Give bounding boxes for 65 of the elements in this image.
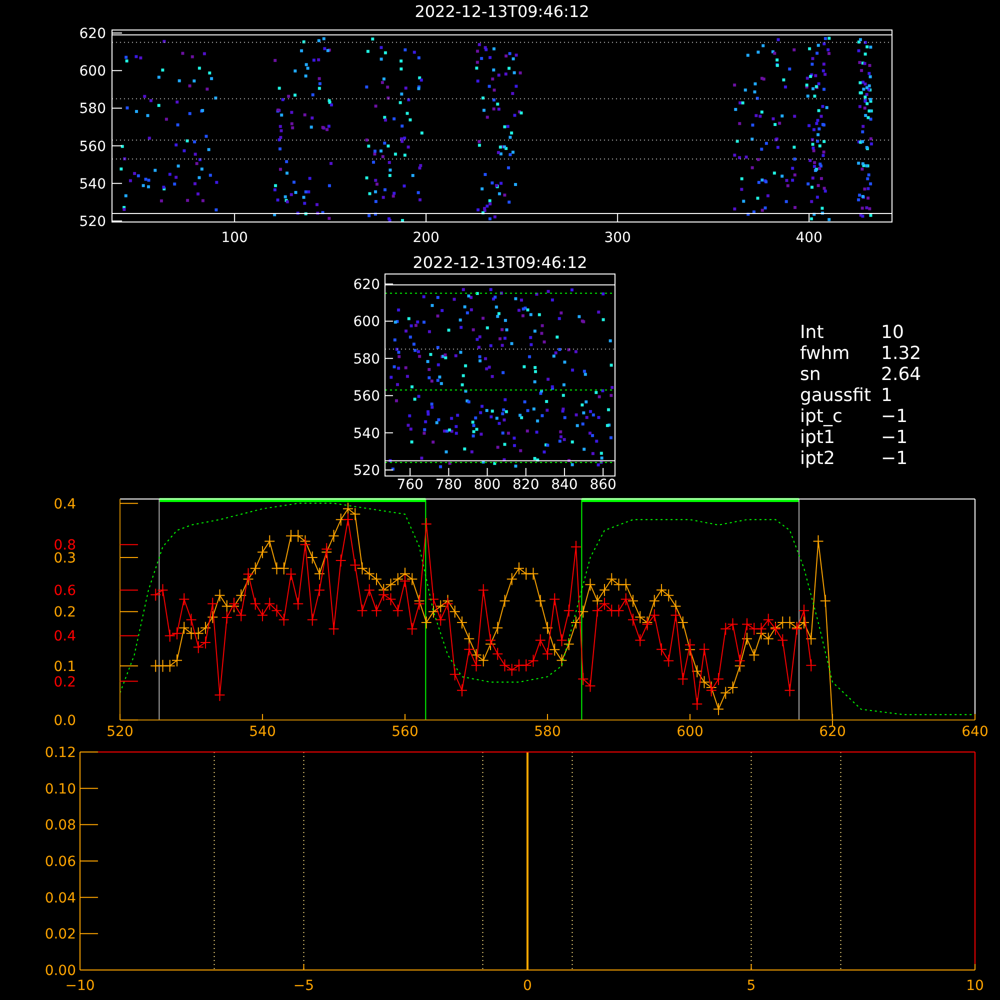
plot-title: 2022-12-13T09:46:12	[414, 2, 590, 21]
fit-parameter-label: fwhm	[800, 343, 851, 364]
axis-tick-label: 0.1	[54, 658, 76, 675]
axis-tick-label: 620	[79, 26, 106, 42]
axis-tick-label: −5	[293, 978, 314, 994]
axis-tick-label: 560	[392, 724, 418, 738]
axis-tick-label: 0.4	[54, 628, 76, 645]
axis-tick-label: 560	[353, 388, 380, 405]
axis-tick-label: 300	[604, 230, 631, 246]
fit-parameter-value: 1.32	[880, 343, 922, 364]
axis-tick-label: 200	[412, 230, 440, 246]
axis-tick-label: 540	[249, 724, 276, 738]
axis-tick-label: 540	[353, 426, 380, 442]
axis-tick-label: 0	[523, 978, 532, 994]
axis-tick-label: 600	[676, 724, 704, 738]
axis-tick-label: 400	[796, 230, 822, 246]
axis-tick-label: 520	[79, 214, 106, 230]
plot-title: 2022-12-13T09:46:12	[412, 253, 588, 272]
fit-parameter-value: −1	[880, 448, 909, 469]
axis-tick-label: 600	[79, 64, 106, 80]
axis-tick-label: 520	[353, 463, 380, 479]
fit-parameter-label: ipt2	[800, 448, 836, 469]
axis-tick-label: 780	[435, 477, 462, 490]
axis-tick-label: 10	[966, 978, 984, 994]
axis-tick-label: 620	[353, 277, 380, 293]
axis-tick-label: 0.12	[44, 745, 76, 761]
axis-tick-label: 0.08	[44, 818, 76, 834]
axis-tick-label: 0.04	[44, 890, 76, 906]
axis-tick-label: 0.00	[44, 963, 76, 979]
fit-parameter-value: 2.64	[880, 364, 922, 385]
axis-tick-label: 0.02	[44, 926, 76, 943]
axis-tick-label: 0.0	[54, 713, 76, 729]
fit-parameter-label: gaussfit	[800, 385, 872, 406]
axis-tick-label: 560	[79, 138, 106, 155]
axis-tick-label: 100	[221, 230, 248, 246]
axis-tick-label: 540	[79, 176, 106, 192]
axis-tick-label: 580	[353, 351, 380, 368]
fit-parameter-value: −1	[880, 406, 909, 427]
fit-parameter-value: 10	[880, 322, 905, 343]
axis-tick-label: 580	[534, 724, 561, 738]
axis-tick-label: 580	[79, 101, 106, 118]
axis-tick-label: 0.4	[54, 496, 76, 512]
axis-tick-label: 0.2	[54, 674, 76, 690]
fit-parameter-label: ipt_c	[800, 406, 844, 427]
axis-tick-label: −10	[65, 978, 95, 994]
axis-tick-label: 820	[512, 477, 540, 490]
axis-tick-label: 0.3	[54, 550, 76, 566]
axis-tick-label: 520	[106, 724, 134, 738]
axis-tick-label: 0.10	[44, 781, 76, 798]
axis-tick-label: 5	[746, 978, 756, 994]
axis-tick-label: 860	[590, 477, 616, 490]
axis-tick-label: 640	[962, 724, 988, 738]
axis-tick-label: 800	[474, 477, 501, 490]
fit-parameter-value: 1	[880, 385, 894, 406]
axis-tick-label: 760	[396, 477, 424, 490]
axis-tick-label: 0.2	[54, 604, 76, 621]
fit-parameter-label: Int	[800, 322, 825, 343]
axis-tick-label: 620	[819, 724, 846, 738]
fit-parameter-value: −1	[880, 427, 909, 448]
axis-tick-label: 600	[353, 314, 380, 330]
fit-parameter-label: sn	[800, 364, 822, 385]
axis-tick-label: 840	[551, 477, 578, 490]
fit-parameter-label: ipt1	[800, 427, 836, 448]
axis-tick-label: 0.06	[44, 854, 76, 870]
axis-tick-label: 0.6	[54, 583, 76, 600]
